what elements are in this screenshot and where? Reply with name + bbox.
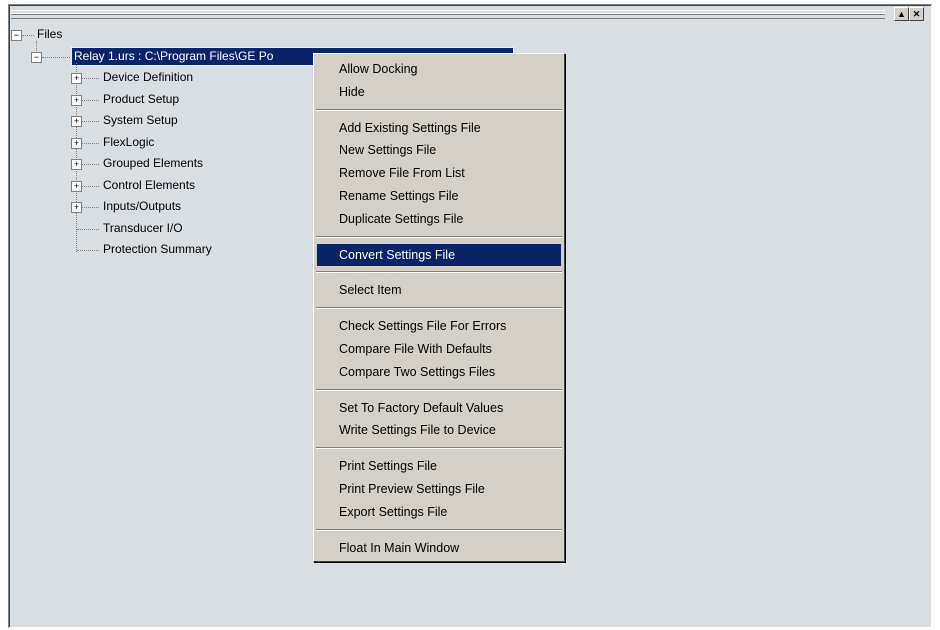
settings-tree-panel: ▲ ✕ − Files − Relay 1.urs : C:\Program F… [8,4,932,628]
menu-item-duplicate-settings-file[interactable]: Duplicate Settings File [317,208,561,230]
tree-connector [82,207,99,208]
menu-separator [316,108,562,111]
tree-connector [77,228,99,230]
tree-item[interactable]: Product Setup [103,91,179,108]
menu-item-compare-two-settings-files[interactable]: Compare Two Settings Files [317,361,561,383]
tree-connector [76,63,77,252]
tree-item[interactable]: System Setup [103,112,178,129]
maximize-icon[interactable]: ▲ [894,7,909,21]
menu-item-rename-settings-file[interactable]: Rename Settings File [317,185,561,207]
menu-item-select-item[interactable]: Select Item [317,279,561,301]
expand-icon[interactable]: + [71,159,82,170]
expand-icon[interactable]: + [71,202,82,213]
root-collapse-icon[interactable]: − [11,30,22,41]
tree-item[interactable]: Inputs/Outputs [103,198,181,215]
tree-connector [82,142,99,144]
expand-icon[interactable]: + [71,73,82,84]
tree-item[interactable]: Grouped Elements [103,155,203,172]
menu-item-allow-docking[interactable]: Allow Docking [317,58,561,80]
menu-separator [316,528,562,531]
menu-item-export-settings-file[interactable]: Export Settings File [317,501,561,523]
tree-connector [22,35,34,36]
tree-connector [82,99,99,101]
menu-separator [316,271,562,274]
menu-item-new-settings-file[interactable]: New Settings File [317,139,561,161]
menu-item-remove-file-from-list[interactable]: Remove File From List [317,162,561,184]
menu-separator [316,235,562,238]
menu-separator [316,388,562,391]
menu-separator [316,447,562,450]
file-collapse-icon[interactable]: − [31,52,42,63]
close-icon[interactable]: ✕ [909,7,924,21]
menu-item-print-preview-settings-file[interactable]: Print Preview Settings File [317,478,561,500]
tree-connector [42,57,70,58]
menu-item-float-in-main-window[interactable]: Float In Main Window [317,537,561,559]
menu-item-compare-file-with-defaults[interactable]: Compare File With Defaults [317,338,561,360]
menu-separator [316,307,562,310]
menu-item-set-to-factory-default-values[interactable]: Set To Factory Default Values [317,397,561,419]
expand-icon[interactable]: + [71,180,82,192]
tree-connector [82,78,99,79]
expand-icon[interactable]: + [71,137,82,149]
expand-icon[interactable]: + [71,94,82,106]
docking-bar[interactable]: ▲ ✕ [11,7,927,21]
menu-item-convert-settings-file[interactable]: Convert Settings File [317,243,561,266]
tree-connector [82,185,99,187]
tree-item[interactable]: Protection Summary [103,241,212,258]
menu-item-print-settings-file[interactable]: Print Settings File [317,455,561,477]
tree-item[interactable]: FlexLogic [103,134,154,151]
drag-grip[interactable] [11,10,885,19]
tree-item[interactable]: Control Elements [103,177,195,194]
menu-item-write-settings-file-to-device[interactable]: Write Settings File to Device [317,419,561,441]
tree-connector [77,250,99,251]
tree-item[interactable]: Transducer I/O [103,220,183,237]
expand-icon[interactable]: + [71,116,82,127]
tree-connector [82,164,99,165]
tree-item[interactable]: Device Definition [103,69,193,86]
menu-item-add-existing-settings-file[interactable]: Add Existing Settings File [317,117,561,139]
tree-root-files[interactable]: Files [37,26,62,43]
tree-connector [82,121,99,122]
context-menu: Allow Docking Hide Add Existing Settings F… [313,53,565,562]
menu-item-hide[interactable]: Hide [317,81,561,103]
menu-item-check-settings-file-for-errors[interactable]: Check Settings File For Errors [317,315,561,337]
